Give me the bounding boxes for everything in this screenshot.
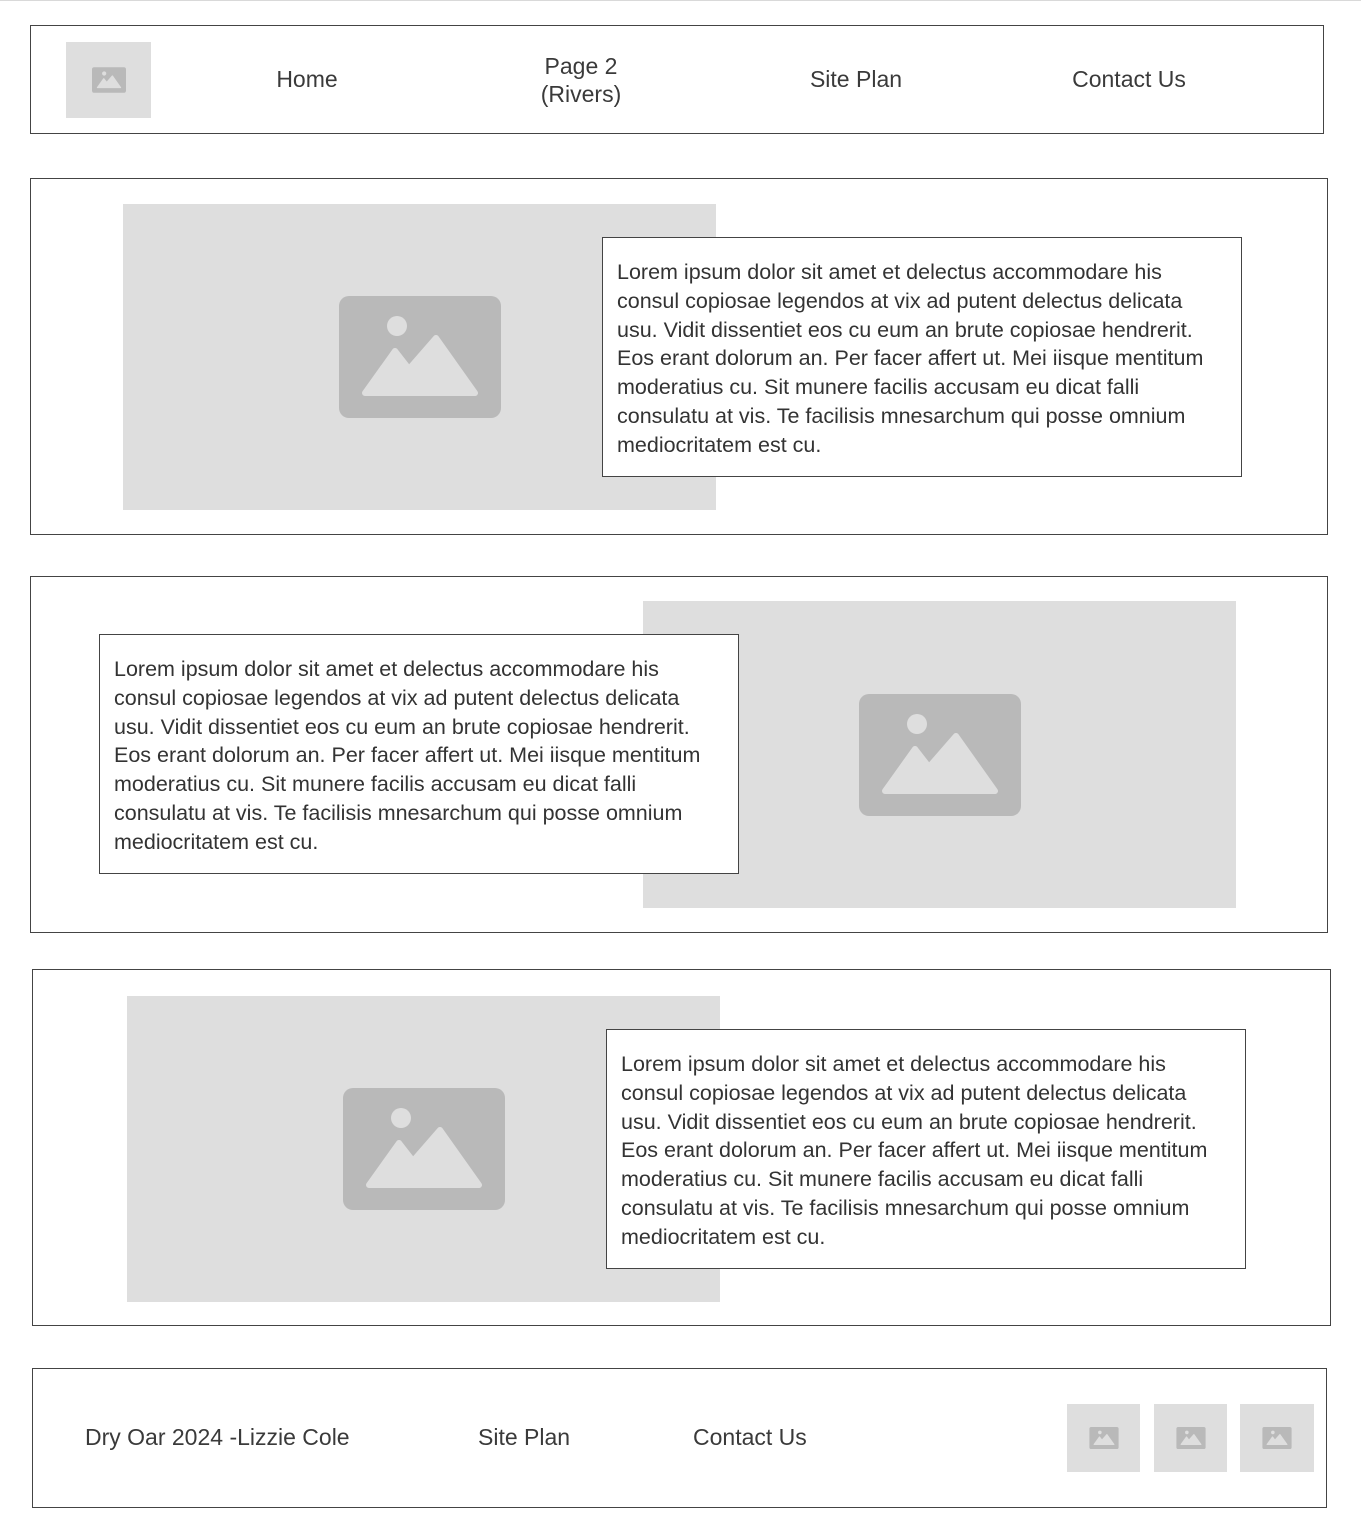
section-text-card: Lorem ipsum dolor sit amet et delectus a… bbox=[606, 1029, 1246, 1269]
section-paragraph: Lorem ipsum dolor sit amet et delectus a… bbox=[114, 657, 701, 854]
section-text-card: Lorem ipsum dolor sit amet et delectus a… bbox=[602, 237, 1242, 477]
image-placeholder-icon bbox=[1088, 1427, 1119, 1449]
footer-social-link-2[interactable] bbox=[1154, 1404, 1227, 1472]
image-placeholder-icon bbox=[1262, 1427, 1292, 1449]
header-nav: Home Page 2 (Rivers) Site Plan Contact U… bbox=[30, 25, 1324, 134]
image-placeholder-icon bbox=[1175, 1427, 1206, 1449]
nav-contact-us-label: Contact Us bbox=[1072, 66, 1186, 92]
footer-site-plan-link[interactable]: Site Plan bbox=[478, 1423, 570, 1451]
nav-site-plan[interactable]: Site Plan bbox=[776, 65, 936, 93]
footer-copyright: Dry Oar 2024 -Lizzie Cole bbox=[85, 1424, 350, 1450]
footer-contact-us-link[interactable]: Contact Us bbox=[693, 1423, 807, 1451]
footer-social-link-1[interactable] bbox=[1067, 1404, 1140, 1472]
image-placeholder-icon bbox=[91, 67, 126, 93]
nav-home-label: Home bbox=[276, 66, 338, 92]
content-section-1: Lorem ipsum dolor sit amet et delectus a… bbox=[30, 178, 1328, 535]
nav-contact-us[interactable]: Contact Us bbox=[1039, 65, 1219, 93]
logo[interactable] bbox=[66, 42, 151, 118]
section-paragraph: Lorem ipsum dolor sit amet et delectus a… bbox=[621, 1052, 1208, 1249]
footer-social-link-3[interactable] bbox=[1240, 1404, 1314, 1472]
image-placeholder-icon bbox=[342, 1088, 505, 1210]
image-placeholder-icon bbox=[338, 296, 501, 418]
image-placeholder-icon bbox=[858, 693, 1021, 816]
nav-site-plan-label: Site Plan bbox=[809, 66, 903, 92]
nav-home[interactable]: Home bbox=[227, 65, 387, 93]
section-paragraph: Lorem ipsum dolor sit amet et delectus a… bbox=[617, 260, 1204, 457]
nav-page-2-rivers[interactable]: Page 2 (Rivers) bbox=[501, 52, 661, 108]
content-section-2: Lorem ipsum dolor sit amet et delectus a… bbox=[30, 576, 1328, 933]
footer: Dry Oar 2024 -Lizzie Cole Site Plan Cont… bbox=[32, 1368, 1327, 1508]
nav-page-2-label: Page 2 bbox=[544, 53, 618, 79]
section-text-card: Lorem ipsum dolor sit amet et delectus a… bbox=[99, 634, 739, 874]
top-divider bbox=[0, 0, 1361, 1]
content-section-3: Lorem ipsum dolor sit amet et delectus a… bbox=[32, 969, 1331, 1326]
nav-page-2-sublabel: (Rivers) bbox=[540, 81, 622, 107]
